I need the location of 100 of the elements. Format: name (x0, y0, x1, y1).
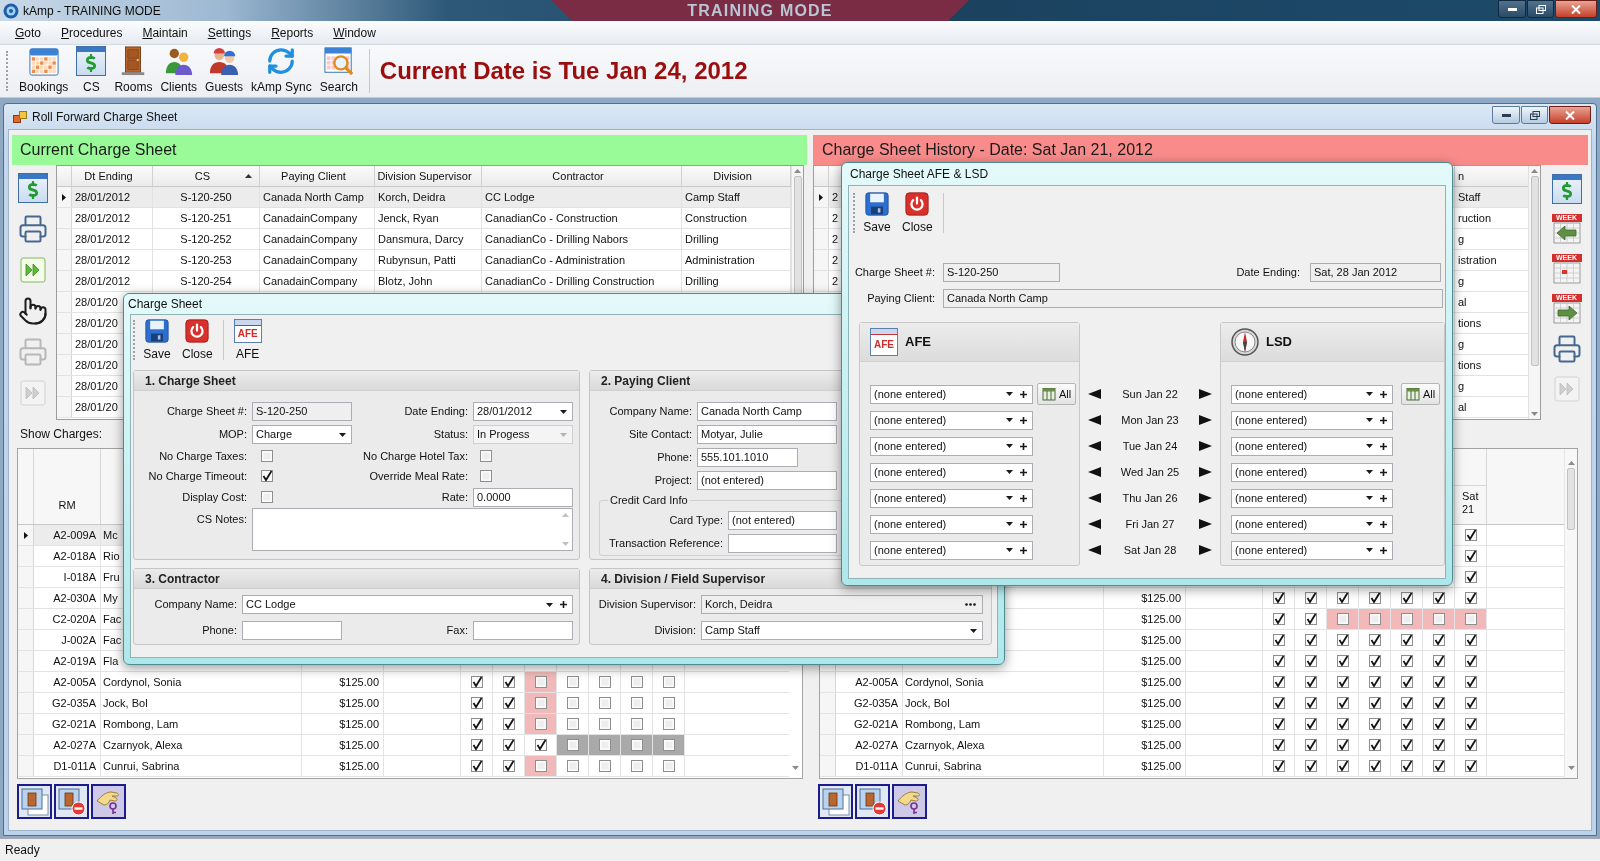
arrow-right-icon[interactable] (1199, 545, 1212, 555)
checkbox[interactable] (1367, 675, 1382, 689)
checkbox[interactable] (1271, 633, 1286, 647)
menu-item[interactable]: Procedures (51, 21, 133, 44)
text-field[interactable]: 0.0000 (473, 487, 573, 507)
checkbox[interactable] (533, 675, 548, 689)
checkbox[interactable] (1335, 696, 1350, 710)
checkbox[interactable] (1335, 591, 1350, 605)
checkbox[interactable] (1431, 591, 1446, 605)
arrow-left-icon[interactable] (1088, 415, 1101, 425)
dropdown[interactable]: (none entered) (1231, 410, 1393, 430)
toolbar-button[interactable]: Guests (201, 46, 248, 96)
checkbox[interactable] (629, 675, 644, 689)
checkbox[interactable] (597, 675, 612, 689)
caret-icon[interactable] (1006, 496, 1013, 500)
checkbox[interactable] (1431, 633, 1446, 647)
checkbox[interactable] (501, 738, 516, 752)
plus-icon[interactable] (1020, 390, 1027, 398)
hand-key-button[interactable] (91, 784, 126, 819)
checkbox[interactable] (1303, 612, 1318, 626)
room-button[interactable] (818, 784, 853, 819)
checkbox[interactable] (1463, 759, 1478, 773)
minimize-button[interactable] (1498, 0, 1526, 18)
checkbox[interactable] (1399, 717, 1414, 731)
dropdown[interactable]: (none entered) (1231, 488, 1393, 508)
dropdown[interactable]: (none entered) (870, 540, 1033, 560)
remove-room-button[interactable] (54, 784, 89, 819)
checkbox[interactable] (565, 717, 580, 731)
scrollbar[interactable] (1528, 166, 1540, 419)
text-field[interactable]: Korch, Deidra (701, 595, 983, 614)
checkbox[interactable] (1463, 591, 1478, 605)
all-button[interactable]: All (1401, 383, 1441, 405)
checkbox[interactable] (1463, 696, 1478, 710)
dropdown[interactable]: Camp Staff (701, 621, 983, 640)
arrow-right-icon[interactable] (1199, 493, 1212, 503)
column-header[interactable]: Division Supervisor (375, 166, 482, 186)
checkbox[interactable] (1431, 738, 1446, 752)
checkbox[interactable] (533, 717, 548, 731)
plus-icon[interactable] (1020, 442, 1027, 450)
arrow-left-icon[interactable] (1088, 389, 1101, 399)
text-field[interactable] (473, 621, 573, 640)
plus-icon[interactable] (560, 601, 567, 608)
scroll-up-icon[interactable] (1531, 169, 1538, 173)
close-button[interactable] (1549, 106, 1591, 124)
checkbox[interactable] (629, 717, 644, 731)
checkbox[interactable] (1399, 738, 1414, 752)
checkbox[interactable] (1463, 717, 1478, 731)
arrow-right-icon[interactable] (1199, 415, 1212, 425)
checkbox[interactable] (1399, 612, 1414, 626)
hand-key-button[interactable] (892, 784, 927, 819)
checkbox[interactable] (1431, 717, 1446, 731)
room-button[interactable] (17, 784, 52, 819)
checkbox[interactable] (597, 759, 612, 773)
caret-icon[interactable] (1006, 470, 1013, 474)
checkbox[interactable] (260, 449, 274, 463)
checkbox[interactable] (1303, 717, 1318, 731)
checkbox[interactable] (1463, 528, 1478, 542)
checkbox[interactable] (661, 717, 676, 731)
menu-item[interactable]: Goto (5, 21, 52, 44)
checkbox[interactable] (501, 717, 516, 731)
caret-icon[interactable] (1366, 522, 1373, 526)
dropdown[interactable]: (none entered) (1231, 384, 1393, 404)
plus-icon[interactable] (1380, 494, 1387, 502)
checkbox[interactable] (1399, 654, 1414, 668)
toolbar-button[interactable]: Clients (156, 46, 202, 96)
save-button[interactable]: Save (859, 190, 895, 236)
arrow-right-icon[interactable] (1199, 467, 1212, 477)
save-button[interactable]: Save (139, 317, 175, 363)
scroll-down-icon[interactable] (1531, 412, 1538, 416)
checkbox[interactable] (597, 696, 612, 710)
scroll-up-icon[interactable] (1567, 461, 1575, 465)
column-header[interactable]: Contractor (482, 166, 682, 186)
checkbox[interactable] (1303, 759, 1318, 773)
column-header[interactable]: RM (34, 486, 100, 524)
checkbox[interactable] (469, 675, 484, 689)
remove-room-button[interactable] (855, 784, 890, 819)
scroll-down-icon[interactable] (1567, 766, 1575, 770)
checkbox[interactable] (1399, 591, 1414, 605)
dropdown[interactable]: CC Lodge (242, 595, 573, 614)
checkbox[interactable] (1335, 654, 1350, 668)
charge-sheet-button[interactable] (15, 170, 51, 206)
dropdown[interactable]: (none entered) (870, 488, 1033, 508)
restore-button[interactable] (1521, 106, 1548, 124)
checkbox[interactable] (1271, 654, 1286, 668)
checkbox[interactable] (533, 738, 548, 752)
checkbox[interactable] (1463, 612, 1478, 626)
checkbox[interactable] (1335, 738, 1350, 752)
scroll-thumb[interactable] (1567, 468, 1575, 530)
caret-icon[interactable] (560, 409, 567, 414)
checkbox[interactable] (1271, 675, 1286, 689)
text-field[interactable]: Canada North Camp (697, 402, 837, 421)
checkbox[interactable] (1431, 675, 1446, 689)
plus-icon[interactable] (1380, 520, 1387, 528)
caret-icon[interactable] (1006, 522, 1013, 526)
checkbox[interactable] (1335, 717, 1350, 731)
checkbox[interactable] (1335, 759, 1350, 773)
arrow-right-icon[interactable] (1199, 519, 1212, 529)
dropdown[interactable]: (none entered) (870, 436, 1033, 456)
caret-icon[interactable] (1366, 548, 1373, 552)
caret-icon[interactable] (339, 432, 346, 437)
